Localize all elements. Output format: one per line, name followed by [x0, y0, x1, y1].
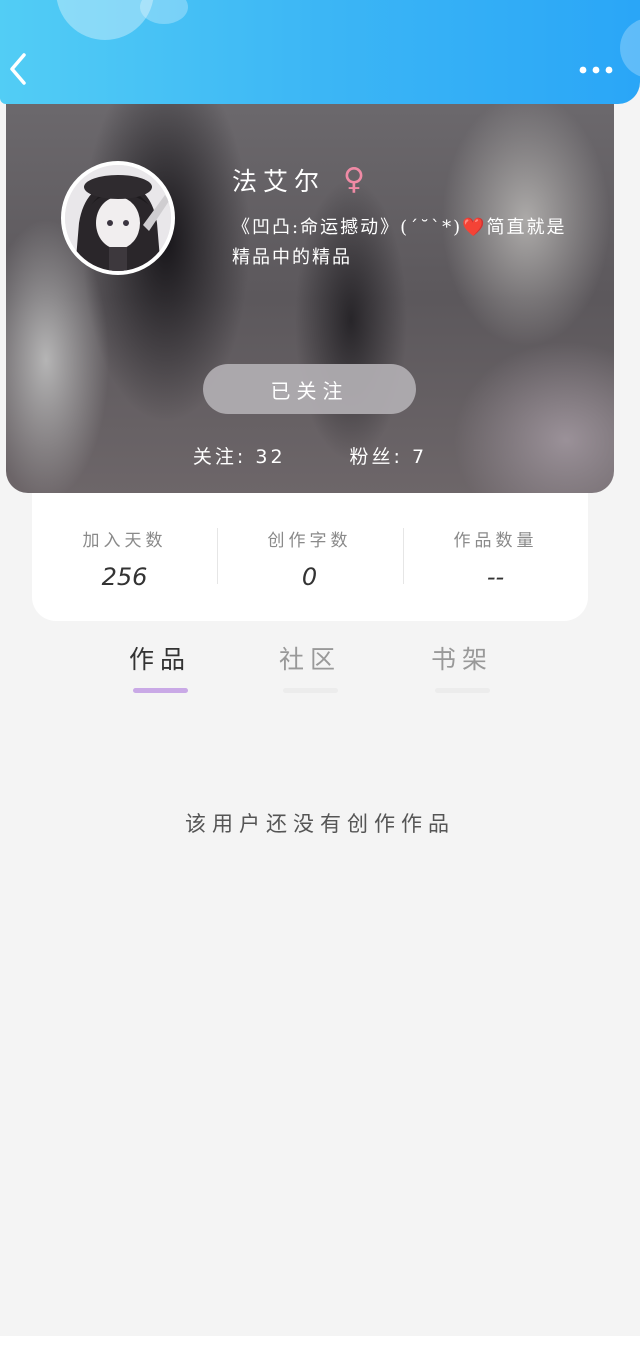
- more-horizontal-icon: [579, 66, 613, 74]
- metric-value: 256: [101, 563, 148, 591]
- following-count[interactable]: 关注: 32: [193, 442, 286, 469]
- bottom-strip: [0, 1336, 640, 1348]
- tab-indicator: [434, 688, 490, 693]
- metric-value: 0: [301, 563, 318, 591]
- metric-works-count: 作品数量 --: [403, 526, 588, 591]
- metric-label: 作品数量: [453, 531, 538, 551]
- tab-indicator: [282, 688, 338, 693]
- chevron-left-icon: [10, 53, 26, 85]
- follow-stats: 关注: 32 粉丝: 7: [6, 442, 614, 469]
- avatar-image: [65, 165, 171, 271]
- tab-bookshelf[interactable]: 书架: [402, 640, 522, 693]
- empty-state-message: 该用户还没有创作作品: [185, 812, 455, 836]
- content-tabs: 作品 社区 书架: [0, 640, 640, 700]
- metric-label: 加入天数: [82, 531, 167, 551]
- decor-bubble: [620, 18, 640, 78]
- metric-label: 创作字数: [267, 531, 352, 551]
- metric-value: --: [486, 563, 505, 591]
- tab-label: 社区: [278, 645, 341, 674]
- profile-card: 法艾尔 ♀ 《凹凸:命运撼动》(´˘`*)❤️简直就是精品中的精品 已关注 关注…: [6, 60, 614, 493]
- username: 法艾尔: [232, 167, 326, 196]
- follow-button[interactable]: 已关注: [203, 364, 416, 414]
- top-bar: [0, 0, 640, 104]
- tab-works[interactable]: 作品: [100, 640, 220, 693]
- female-gender-icon: ♀: [343, 162, 365, 197]
- metric-days-joined: 加入天数 256: [32, 526, 217, 591]
- metric-word-count: 创作字数 0: [217, 526, 402, 591]
- decor-bubble: [140, 0, 188, 24]
- username-row: 法艾尔 ♀: [232, 162, 365, 198]
- more-button[interactable]: [576, 58, 616, 82]
- back-button[interactable]: [0, 46, 36, 92]
- user-bio: 《凹凸:命运撼动》(´˘`*)❤️简直就是精品中的精品: [232, 217, 567, 268]
- followers-count[interactable]: 粉丝: 7: [350, 442, 428, 469]
- tab-community[interactable]: 社区: [250, 640, 370, 693]
- avatar[interactable]: [61, 161, 175, 275]
- tab-label: 书架: [430, 645, 493, 674]
- tab-label: 作品: [128, 645, 191, 674]
- tab-indicator: [132, 688, 188, 693]
